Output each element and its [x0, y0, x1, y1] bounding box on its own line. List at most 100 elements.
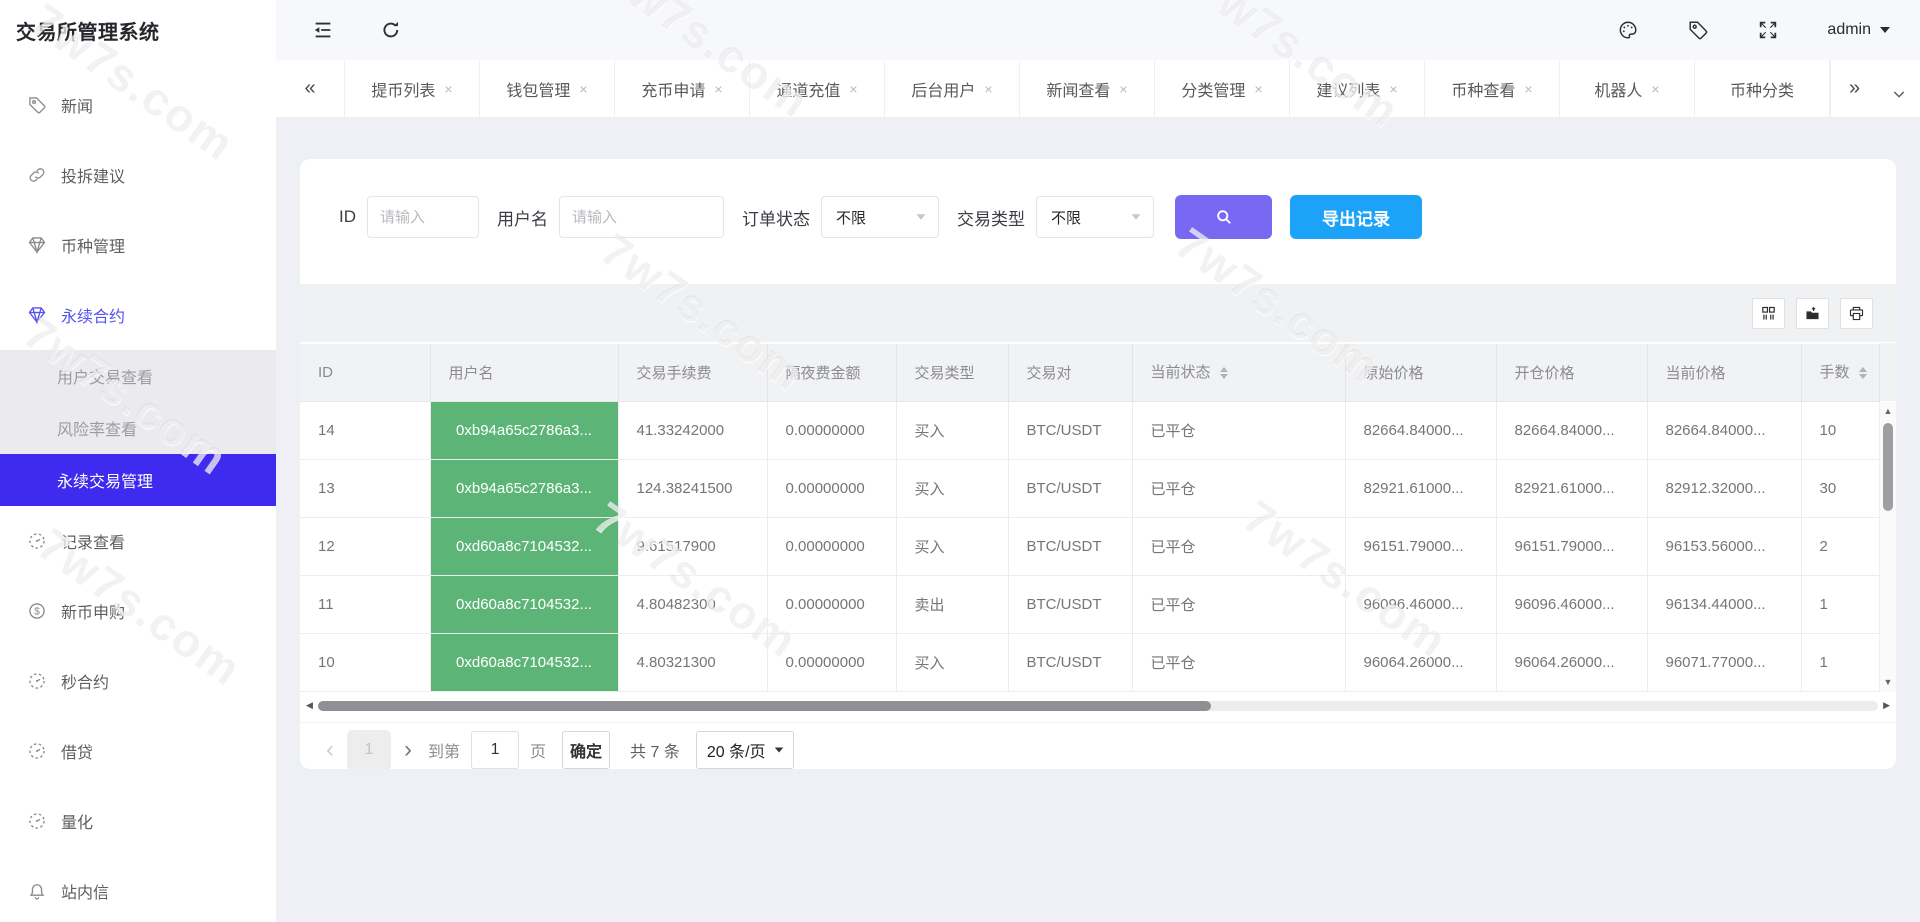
print-button[interactable]	[1840, 298, 1873, 329]
cell-交易对: BTC/USDT	[1008, 401, 1132, 459]
sidebar-item-新币申购[interactable]: $新币申购	[0, 576, 276, 646]
cell-手数: 2	[1801, 517, 1879, 575]
tab-close-icon[interactable]: ×	[1524, 82, 1532, 96]
goto-page-input[interactable]	[471, 731, 519, 769]
sidebar-subitem-用户交易查看[interactable]: 用户交易查看	[0, 350, 276, 402]
sidebar-item-记录查看[interactable]: 记录查看	[0, 506, 276, 576]
column-header-当前状态[interactable]: 当前状态	[1132, 343, 1345, 401]
tab-close-icon[interactable]: ×	[1254, 82, 1262, 96]
cell-开仓价格: 82664.84000...	[1496, 401, 1647, 459]
search-button[interactable]	[1175, 195, 1272, 239]
horizontal-scrollbar[interactable]: ◀ ▶	[300, 698, 1896, 714]
sort-icon[interactable]	[1220, 363, 1228, 383]
cell-交易类型: 卖出	[896, 575, 1008, 633]
sort-icon[interactable]	[1859, 363, 1867, 383]
tab-币种查看[interactable]: 币种查看 ×	[1425, 60, 1560, 117]
tag-icon[interactable]	[1687, 19, 1709, 41]
cell-用户名[interactable]: 0xd60a8c7104532...	[430, 517, 618, 575]
cell-用户名[interactable]: 0xb94a65c2786a3...	[430, 459, 618, 517]
tab-close-icon[interactable]: ×	[1389, 82, 1397, 96]
cell-开仓价格: 96151.79000...	[1496, 517, 1647, 575]
vertical-scrollbar-thumb[interactable]	[1883, 423, 1893, 511]
scroll-left-icon[interactable]: ◀	[303, 701, 316, 710]
sidebar-item-永续合约[interactable]: 永续合约	[0, 280, 276, 350]
cell-当前状态: 已平仓	[1132, 517, 1345, 575]
tab-新闻查看[interactable]: 新闻查看 ×	[1020, 60, 1155, 117]
sidebar-item-量化[interactable]: 量化	[0, 786, 276, 856]
tab-充币申请[interactable]: 充币申请×	[615, 60, 750, 117]
scroll-right-icon[interactable]: ▶	[1880, 701, 1893, 710]
column-header-用户名: 用户名	[430, 343, 618, 401]
sidebar-item-借贷[interactable]: 借贷	[0, 716, 276, 786]
scroll-up-icon[interactable]: ▲	[1884, 402, 1893, 421]
sidebar-menu: 新闻投拆建议币种管理永续合约用户交易查看风险率查看永续交易管理记录查看$新币申购…	[0, 60, 276, 922]
filter-row: ID 用户名 订单状态 不限 交易类型 不限	[300, 159, 1896, 239]
filter-columns-button[interactable]	[1752, 298, 1785, 329]
trade-type-value: 不限	[1051, 207, 1081, 228]
export-records-button[interactable]: 导出记录	[1290, 195, 1422, 239]
cell-用户名[interactable]: 0xd60a8c7104532...	[430, 575, 618, 633]
export-file-button[interactable]	[1796, 298, 1829, 329]
sidebar-item-秒合约[interactable]: 秒合约	[0, 646, 276, 716]
prev-page-button[interactable]: ‹	[326, 736, 334, 764]
user-menu[interactable]: admin	[1827, 21, 1890, 39]
sidebar-item-站内信[interactable]: 站内信	[0, 856, 276, 922]
palette-icon[interactable]	[1617, 19, 1639, 41]
tab-close-icon[interactable]: ×	[1651, 82, 1659, 96]
tab-通道充值[interactable]: 通道充值×	[750, 60, 885, 117]
order-status-select[interactable]: 不限	[821, 196, 939, 238]
next-page-button[interactable]: ›	[404, 736, 412, 764]
trade-type-select[interactable]: 不限	[1036, 196, 1154, 238]
order-status-value: 不限	[836, 207, 866, 228]
sidebar-item-投拆建议[interactable]: 投拆建议	[0, 140, 276, 210]
main-area: admin « 提币列表×钱包管理×充币申请×通道充值×后台用户×新闻查看×分类…	[276, 0, 1920, 922]
table-row: 140xb94a65c2786a3...41.332420000.0000000…	[300, 401, 1896, 459]
tab-机器人[interactable]: 机器人×	[1560, 60, 1695, 117]
tab-建议列表[interactable]: 建议列表×	[1290, 60, 1425, 117]
page-size-select[interactable]: 20 条/页	[696, 731, 794, 769]
tab-label: 币种查看	[1451, 77, 1515, 101]
cell-交易对: BTC/USDT	[1008, 633, 1132, 691]
tab-分类管理[interactable]: 分类管理×	[1155, 60, 1290, 117]
horizontal-scrollbar-track[interactable]	[318, 701, 1878, 711]
refresh-icon[interactable]	[380, 19, 402, 41]
sidebar-item-币种管理[interactable]: 币种管理	[0, 210, 276, 280]
tab-钱包管理[interactable]: 钱包管理×	[480, 60, 615, 117]
tab-close-icon[interactable]: ×	[1119, 82, 1127, 96]
tab-close-icon[interactable]: ×	[444, 82, 452, 96]
vertical-scrollbar[interactable]: ▲ ▼	[1879, 402, 1896, 692]
confirm-page-button[interactable]: 确定	[562, 731, 610, 769]
sidebar-item-新闻[interactable]: 新闻	[0, 70, 276, 140]
tab-close-icon[interactable]: ×	[714, 82, 722, 96]
sidebar-subitem-永续交易管理[interactable]: 永续交易管理	[0, 454, 276, 506]
current-page[interactable]: 1	[347, 730, 391, 769]
cell-ID: 10	[300, 633, 430, 691]
tab-close-icon[interactable]: ×	[984, 82, 992, 96]
horizontal-scrollbar-thumb[interactable]	[318, 701, 1211, 711]
columns-icon	[1760, 305, 1777, 322]
sidebar-subitem-风险率查看[interactable]: 风险率查看	[0, 402, 276, 454]
tab-close-icon[interactable]: ×	[849, 82, 857, 96]
tabs-dropdown-button[interactable]	[1878, 60, 1920, 117]
caret-down-icon	[1132, 214, 1141, 219]
tabs-scroll-right-button[interactable]: »	[1830, 60, 1878, 117]
tab-币种分类[interactable]: 币种分类	[1695, 60, 1830, 117]
tab-label: 新闻查看	[1046, 77, 1110, 101]
tab-close-icon[interactable]: ×	[579, 82, 587, 96]
username-input[interactable]	[559, 196, 724, 238]
fullscreen-icon[interactable]	[1757, 19, 1779, 41]
cell-用户名[interactable]: 0xb94a65c2786a3...	[430, 401, 618, 459]
scroll-down-icon[interactable]: ▼	[1884, 673, 1893, 692]
id-input[interactable]	[367, 196, 479, 238]
column-header-label: ID	[318, 364, 333, 381]
cell-用户名[interactable]: 0xd60a8c7104532...	[430, 633, 618, 691]
link-icon	[27, 165, 47, 185]
tabs-scroll-left-button[interactable]: «	[276, 60, 345, 117]
cell-原始价格: 96064.26000...	[1345, 633, 1496, 691]
tab-后台用户[interactable]: 后台用户×	[885, 60, 1020, 117]
cell-开仓价格: 82921.61000...	[1496, 459, 1647, 517]
cell-ID: 11	[300, 575, 430, 633]
collapse-menu-icon[interactable]	[312, 19, 334, 41]
column-header-手数[interactable]: 手数	[1801, 343, 1879, 401]
tab-提币列表[interactable]: 提币列表×	[345, 60, 480, 117]
